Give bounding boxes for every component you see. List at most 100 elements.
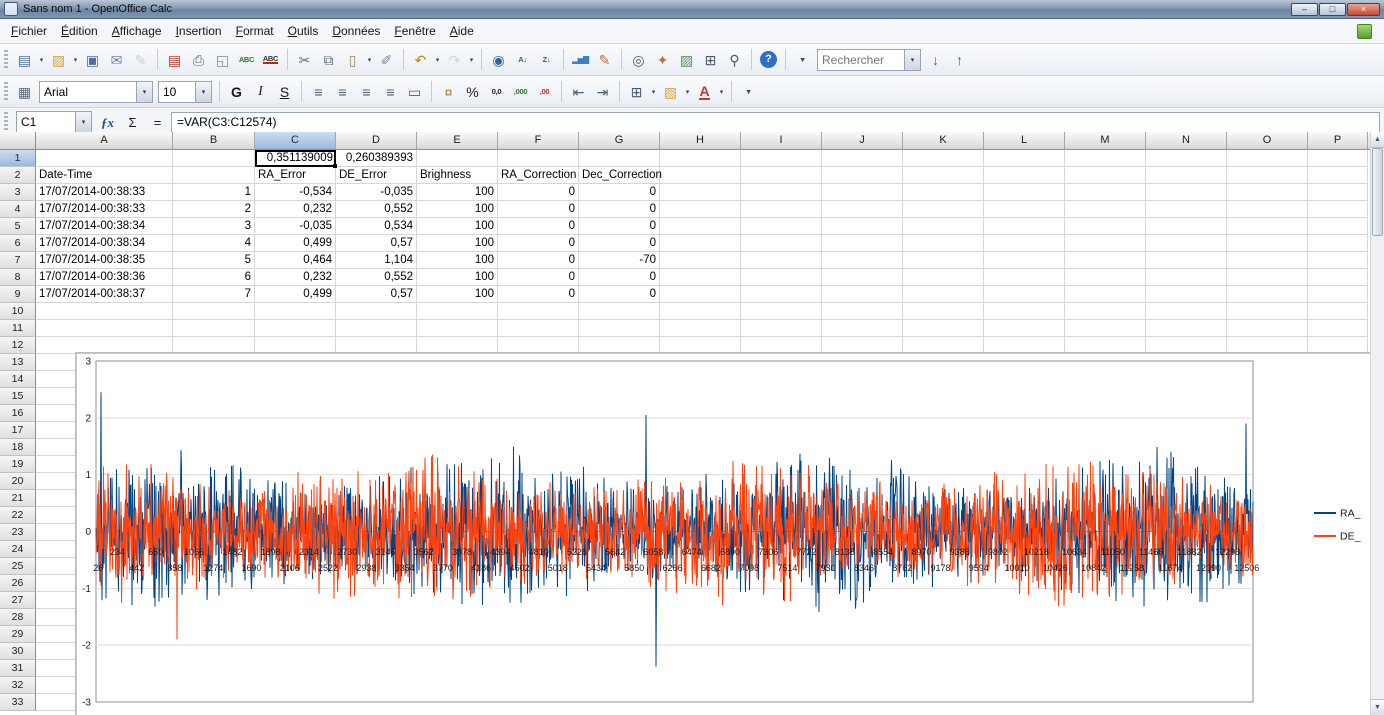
copy-button[interactable]: ⧉ <box>317 48 340 71</box>
cell-F5[interactable]: 0 <box>498 218 579 235</box>
cell-E4[interactable]: 100 <box>417 201 498 218</box>
cell-C3[interactable]: -0,534 <box>255 184 336 201</box>
italic-button[interactable]: I <box>249 80 272 103</box>
row-header-28[interactable]: 28 <box>0 609 36 626</box>
cell-O4[interactable] <box>1227 201 1308 218</box>
cell-F9[interactable]: 0 <box>498 286 579 303</box>
cell-I8[interactable] <box>741 269 822 286</box>
row-header-26[interactable]: 26 <box>0 575 36 592</box>
cell-G5[interactable]: 0 <box>579 218 660 235</box>
cell-P8[interactable] <box>1308 269 1368 286</box>
row-header-9[interactable]: 9 <box>0 286 36 303</box>
row-header-8[interactable]: 8 <box>0 269 36 286</box>
column-header-A[interactable]: A <box>36 132 173 150</box>
cell-A11[interactable] <box>36 320 173 337</box>
merge-cells-button[interactable]: ▭ <box>403 80 426 103</box>
cell-I11[interactable] <box>741 320 822 337</box>
find-replace-button[interactable]: ◎ <box>627 48 650 71</box>
minimize-button[interactable]: – <box>1291 2 1318 16</box>
cell-H6[interactable] <box>660 235 741 252</box>
cell-G1[interactable] <box>579 150 660 167</box>
cell-C11[interactable] <box>255 320 336 337</box>
cell-I6[interactable] <box>741 235 822 252</box>
cell-M8[interactable] <box>1065 269 1146 286</box>
cell-B3[interactable]: 1 <box>173 184 255 201</box>
cell-F2[interactable]: RA_Correction <box>498 167 579 184</box>
cell-I9[interactable] <box>741 286 822 303</box>
cell-O3[interactable] <box>1227 184 1308 201</box>
column-header-N[interactable]: N <box>1146 132 1227 150</box>
open-document-button[interactable]: ▨ <box>47 48 70 71</box>
cell-L2[interactable] <box>984 167 1065 184</box>
borders-button[interactable]: ⊞ <box>625 80 648 103</box>
cell-K4[interactable] <box>903 201 984 218</box>
cell-J1[interactable] <box>822 150 903 167</box>
cell-C9[interactable]: 0,499 <box>255 286 336 303</box>
sum-button[interactable]: Σ <box>121 111 144 134</box>
cell-A7[interactable]: 17/07/2014-00:38:35 <box>36 252 173 269</box>
insert-chart-button[interactable]: ▂▅▇ <box>569 48 592 71</box>
cell-G10[interactable] <box>579 303 660 320</box>
cell-K7[interactable] <box>903 252 984 269</box>
column-header-D[interactable]: D <box>336 132 417 150</box>
cell-L9[interactable] <box>984 286 1065 303</box>
cell-M2[interactable] <box>1065 167 1146 184</box>
cell-H4[interactable] <box>660 201 741 218</box>
font-name-dropdown[interactable]: ▾ <box>136 81 152 102</box>
document-icon[interactable] <box>1357 23 1372 39</box>
cell-B11[interactable] <box>173 320 255 337</box>
cell-J11[interactable] <box>822 320 903 337</box>
export-pdf-button[interactable]: ▤ <box>163 48 186 71</box>
row-header-13[interactable]: 13 <box>0 354 36 371</box>
cell-M4[interactable] <box>1065 201 1146 218</box>
column-header-I[interactable]: I <box>741 132 822 150</box>
row-header-22[interactable]: 22 <box>0 507 36 524</box>
cell-N2[interactable] <box>1146 167 1227 184</box>
column-header-B[interactable]: B <box>173 132 255 150</box>
row-header-18[interactable]: 18 <box>0 439 36 456</box>
cell-A2[interactable]: Date-Time <box>36 167 173 184</box>
align-justified-button[interactable]: ≡ <box>379 80 402 103</box>
styles-window-button[interactable]: ▦ <box>13 80 36 103</box>
redo-dropdown[interactable]: ▾ <box>467 48 476 71</box>
menu-donnees[interactable]: Données <box>325 21 387 41</box>
cell-D5[interactable]: 0,534 <box>336 218 417 235</box>
add-decimal-place-button[interactable]: ,000 <box>509 80 532 103</box>
cell-K11[interactable] <box>903 320 984 337</box>
cell-G3[interactable]: 0 <box>579 184 660 201</box>
cell-M11[interactable] <box>1065 320 1146 337</box>
cell-N7[interactable] <box>1146 252 1227 269</box>
cell-A8[interactable]: 17/07/2014-00:38:36 <box>36 269 173 286</box>
font-color-button[interactable]: A <box>693 80 716 103</box>
cell-N11[interactable] <box>1146 320 1227 337</box>
cell-H5[interactable] <box>660 218 741 235</box>
decrease-indent-button[interactable]: ⇤ <box>567 80 590 103</box>
close-button[interactable]: × <box>1347 2 1380 16</box>
row-header-23[interactable]: 23 <box>0 524 36 541</box>
cell-L5[interactable] <box>984 218 1065 235</box>
row-header-25[interactable]: 25 <box>0 558 36 575</box>
cell-E10[interactable] <box>417 303 498 320</box>
cell-O5[interactable] <box>1227 218 1308 235</box>
cell-J3[interactable] <box>822 184 903 201</box>
cell-P6[interactable] <box>1308 235 1368 252</box>
cell-I2[interactable] <box>741 167 822 184</box>
sort-descending-button[interactable]: Z↓ <box>535 48 558 71</box>
row-header-19[interactable]: 19 <box>0 456 36 473</box>
cell-N10[interactable] <box>1146 303 1227 320</box>
cell-A4[interactable]: 17/07/2014-00:38:33 <box>36 201 173 218</box>
cell-A5[interactable]: 17/07/2014-00:38:34 <box>36 218 173 235</box>
font-color-dropdown[interactable]: ▾ <box>717 80 726 103</box>
cell-B2[interactable] <box>173 167 255 184</box>
cell-N6[interactable] <box>1146 235 1227 252</box>
cell-A6[interactable]: 17/07/2014-00:38:34 <box>36 235 173 252</box>
redo-button[interactable]: ↷ <box>443 48 466 71</box>
cell-B9[interactable]: 7 <box>173 286 255 303</box>
row-header-10[interactable]: 10 <box>0 303 36 320</box>
formula-input[interactable] <box>171 111 1380 133</box>
cell-E9[interactable]: 100 <box>417 286 498 303</box>
borders-dropdown[interactable]: ▾ <box>649 80 658 103</box>
cell-I1[interactable] <box>741 150 822 167</box>
cell-O8[interactable] <box>1227 269 1308 286</box>
cell-F4[interactable]: 0 <box>498 201 579 218</box>
